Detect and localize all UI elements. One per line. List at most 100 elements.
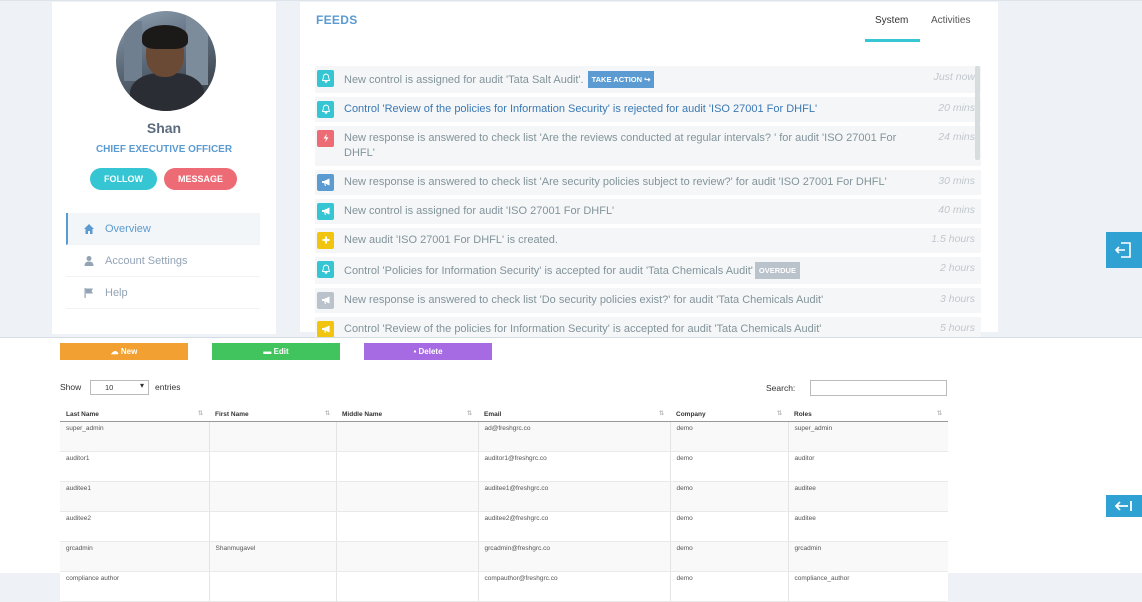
feed-item: New response is answered to check list '… xyxy=(315,170,981,195)
nav-item-account-settings[interactable]: Account Settings xyxy=(66,245,260,277)
bullhorn-icon xyxy=(317,292,334,309)
delete-button[interactable]: ▪ Delete xyxy=(364,343,492,360)
feed-text: New response is answered to check list '… xyxy=(344,132,897,159)
bullhorn-icon xyxy=(317,321,334,338)
edit-button[interactable]: ▬ Edit xyxy=(212,343,340,360)
cell-first-name xyxy=(208,451,336,482)
profile-card: Shan CHIEF EXECUTIVE OFFICER FOLLOW MESS… xyxy=(52,2,276,334)
cell-company: demo xyxy=(669,511,788,542)
feed-item: Control 'Policies for Information Securi… xyxy=(315,257,981,284)
nav-item-help[interactable]: Help xyxy=(66,277,260,309)
table-row[interactable]: auditee2 auditee2@freshgrc.co demo audit… xyxy=(60,511,948,542)
feed-item: New control is assigned for audit 'Tata … xyxy=(315,66,981,93)
table-row[interactable]: grcadmin Shanmugavel grcadmin@freshgrc.c… xyxy=(60,541,948,572)
feed-time: 3 hours xyxy=(939,293,975,305)
bullhorn-icon xyxy=(317,203,334,220)
cell-roles: auditee xyxy=(787,511,948,542)
cell-email: auditee2@freshgrc.co xyxy=(477,511,670,542)
feed-scrollbar[interactable] xyxy=(975,66,980,160)
trash-icon: ▪ xyxy=(413,347,417,356)
cell-company: demo xyxy=(669,481,788,512)
cell-company: demo xyxy=(669,451,788,482)
bell-icon xyxy=(317,70,334,87)
cell-last-name: auditee1 xyxy=(60,481,209,512)
cell-company: demo xyxy=(669,571,788,602)
quick-sidebar-button[interactable] xyxy=(1106,495,1142,517)
feed-text: Control 'Policies for Information Securi… xyxy=(344,265,753,277)
cell-last-name: auditee2 xyxy=(60,511,209,542)
cell-middle-name xyxy=(335,541,478,572)
sort-icon: ⇅ xyxy=(776,411,782,417)
table-row[interactable]: auditor1 auditor1@freshgrc.co demo audit… xyxy=(60,451,948,482)
new-button[interactable]: ☁ New xyxy=(60,343,188,360)
search-input[interactable] xyxy=(810,380,947,396)
tab-system[interactable]: System xyxy=(875,15,908,26)
feed-item: New response is answered to check list '… xyxy=(315,288,981,313)
cell-middle-name xyxy=(335,571,478,602)
nav-item-label: Overview xyxy=(105,222,151,235)
column-header[interactable]: Last Name ⇅ xyxy=(60,407,209,422)
nav-item-label: Account Settings xyxy=(105,254,188,267)
sort-icon: ⇅ xyxy=(324,411,330,417)
feed-item: New audit 'ISO 27001 For DHFL' is create… xyxy=(315,228,981,253)
feed-time: 20 mins xyxy=(938,102,975,114)
feed-text: New control is assigned for audit 'Tata … xyxy=(344,74,584,86)
sort-icon: ⇅ xyxy=(466,411,472,417)
avatar xyxy=(116,11,216,111)
table-row[interactable]: auditee1 auditee1@freshgrc.co demo audit… xyxy=(60,481,948,512)
cell-middle-name xyxy=(335,481,478,512)
feed-time: 2 hours xyxy=(939,262,975,274)
cell-email: ad@freshgrc.co xyxy=(477,421,670,452)
table-row[interactable]: compliance author compauthor@freshgrc.co… xyxy=(60,571,948,602)
cell-first-name xyxy=(208,481,336,512)
cell-email: auditee1@freshgrc.co xyxy=(477,481,670,512)
cell-last-name: auditor1 xyxy=(60,451,209,482)
feed-text: New response is answered to check list '… xyxy=(344,294,824,306)
column-header[interactable]: Email ⇅ xyxy=(478,407,670,422)
sidebar-toggle-button[interactable] xyxy=(1106,232,1142,268)
cell-roles: auditor xyxy=(787,451,948,482)
feed-text: New control is assigned for audit 'ISO 2… xyxy=(344,205,615,217)
column-header[interactable]: First Name ⇅ xyxy=(209,407,336,422)
feed-item[interactable]: Control 'Review of the policies for Info… xyxy=(315,97,981,122)
cell-roles: grcadmin xyxy=(787,541,948,572)
take-action-button[interactable]: TAKE ACTION ↪ xyxy=(587,71,655,88)
sort-icon: ⇅ xyxy=(658,411,664,417)
profile-nav: Overview Account Settings Help xyxy=(66,213,260,309)
nav-item-overview[interactable]: Overview xyxy=(66,213,260,245)
table-row[interactable]: super_admin ad@freshgrc.co demo super_ad… xyxy=(60,421,948,452)
bolt-icon xyxy=(317,130,334,147)
cell-last-name: super_admin xyxy=(60,421,209,452)
cell-email: grcadmin@freshgrc.co xyxy=(477,541,670,572)
column-header[interactable]: Roles ⇅ xyxy=(788,407,948,422)
home-icon xyxy=(83,223,95,235)
feeds-title: FEEDS xyxy=(316,13,358,27)
cell-first-name xyxy=(208,571,336,602)
feed-text: New response is answered to check list '… xyxy=(344,176,887,188)
bell-icon xyxy=(317,101,334,118)
bell-icon xyxy=(317,261,334,278)
upload-icon: ☁ xyxy=(110,347,119,356)
cell-email: auditor1@freshgrc.co xyxy=(477,451,670,482)
feed-item: New response is answered to check list '… xyxy=(315,126,981,166)
cell-company: demo xyxy=(669,421,788,452)
arrow-left-icon xyxy=(1114,501,1132,511)
message-button[interactable]: MESSAGE xyxy=(164,168,237,190)
cell-company: demo xyxy=(669,541,788,572)
cell-middle-name xyxy=(335,511,478,542)
active-tab-indicator xyxy=(865,39,920,42)
sort-icon: ⇅ xyxy=(197,411,203,417)
cell-first-name: Shanmugavel xyxy=(208,541,336,572)
page-size-value: 10 xyxy=(105,383,114,392)
follow-button[interactable]: FOLLOW xyxy=(90,168,157,190)
feed-text: New audit 'ISO 27001 For DHFL' is create… xyxy=(344,234,558,246)
logout-icon xyxy=(1114,242,1131,258)
column-header[interactable]: Middle Name ⇅ xyxy=(336,407,478,422)
page-size-select[interactable]: 10 ▾ xyxy=(90,380,149,395)
user-icon xyxy=(83,255,95,267)
column-header[interactable]: Company ⇅ xyxy=(670,407,788,422)
cell-middle-name xyxy=(335,421,478,452)
tab-activities[interactable]: Activities xyxy=(931,15,970,26)
cell-middle-name xyxy=(335,451,478,482)
dashboard-top-area: Shan CHIEF EXECUTIVE OFFICER FOLLOW MESS… xyxy=(0,0,1142,342)
